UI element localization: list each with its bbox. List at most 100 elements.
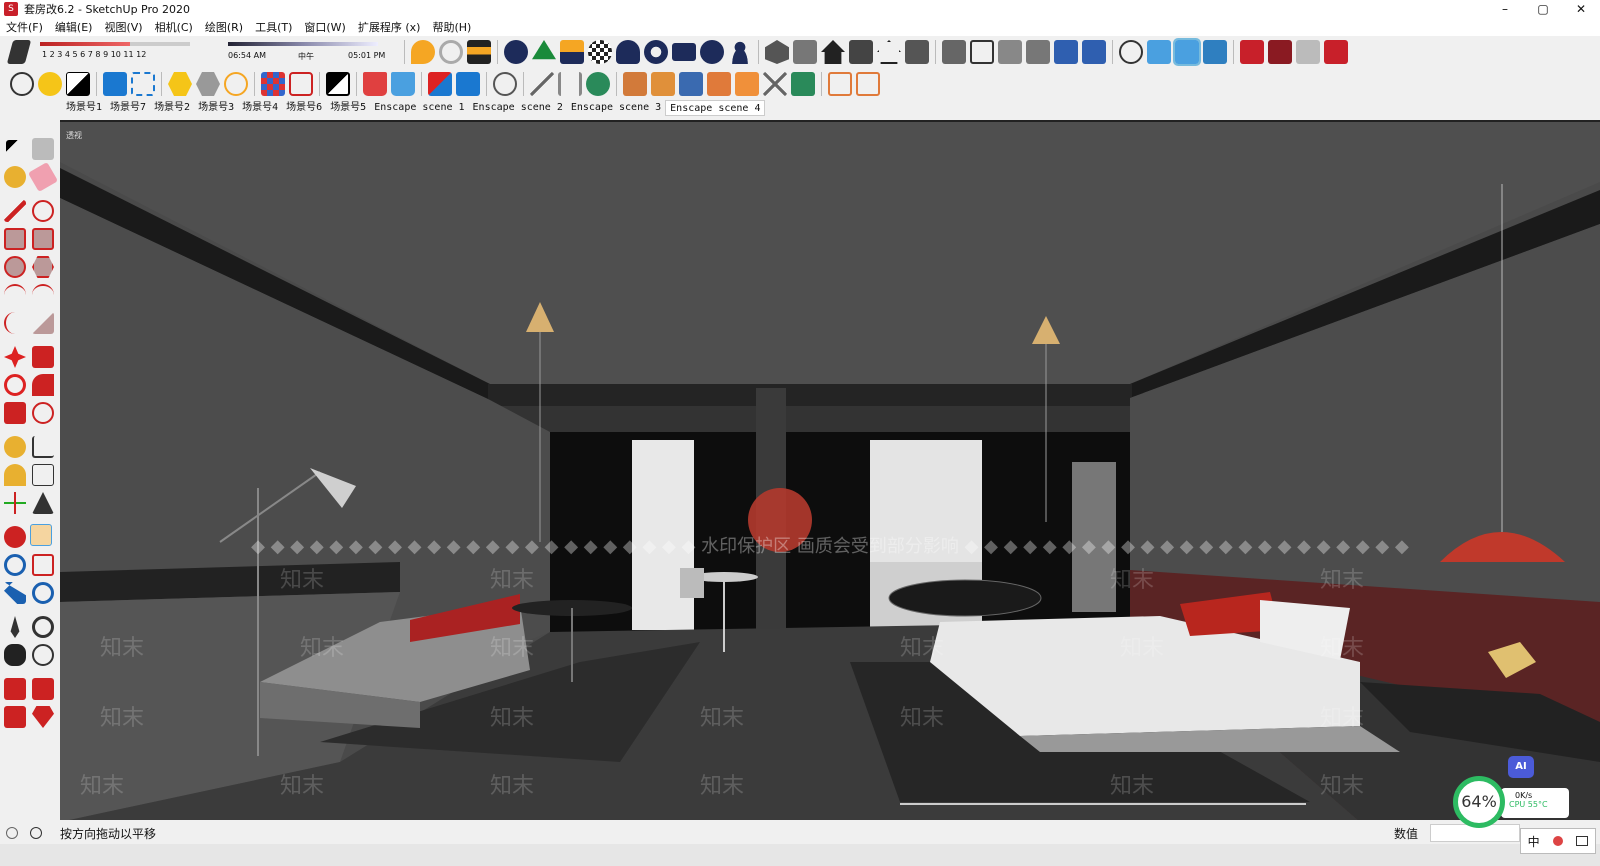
orange-tool-2-icon[interactable] [856,72,880,96]
line-icon[interactable] [4,200,26,222]
tab-enscape-scene-3[interactable]: Enscape scene 3 [567,100,665,116]
tab-enscape-scene-4[interactable]: Enscape scene 4 [665,100,766,116]
tab-scene-4[interactable]: 场景号4 [238,100,282,116]
point-icon[interactable] [224,72,248,96]
settings-gear-icon[interactable] [644,40,668,64]
delete-tag-icon[interactable] [289,72,313,96]
view-iso-icon[interactable] [765,40,789,64]
ruby-plugin-4-icon[interactable] [1324,40,1348,64]
dimension-tool-icon[interactable] [32,436,54,458]
pie-icon[interactable] [32,312,54,334]
style-xray-icon[interactable] [942,40,966,64]
rectangle-select-icon[interactable] [103,72,127,96]
dimension-icon[interactable] [558,72,582,96]
maximize-button[interactable]: ▢ [1524,0,1562,18]
menu-window[interactable]: 窗口(W) [304,19,345,35]
scale-icon[interactable] [4,402,26,424]
axes-tool-icon[interactable] [4,492,26,514]
orange-tool-icon[interactable] [828,72,852,96]
sandbox-icon[interactable] [4,678,26,700]
ruby-plugin-2-icon[interactable] [1268,40,1292,64]
follow-path-icon[interactable] [586,72,610,96]
tab-scene-6[interactable]: 场景号6 [282,100,326,116]
rectangle-icon[interactable] [4,228,26,250]
three-point-arc-icon[interactable] [4,312,26,334]
style-textured-icon[interactable] [1054,40,1078,64]
flower-icon[interactable] [493,72,517,96]
style-monochrome-icon[interactable] [1082,40,1106,64]
hexagon-outline-icon[interactable] [196,72,220,96]
swap-icon[interactable] [428,72,452,96]
system-monitor-widget[interactable]: 0K/s CPU 55°C 64% [1453,776,1573,828]
ruby-gem-icon[interactable] [32,706,54,728]
make-component-icon[interactable] [32,138,54,160]
look-around-icon[interactable] [32,616,54,638]
ime-language[interactable]: 中 [1528,833,1540,850]
arc-icon[interactable] [4,284,26,306]
orbit-icon[interactable] [4,526,26,548]
rotate-icon[interactable] [4,374,26,396]
layer-icon[interactable] [326,72,350,96]
ime-keyboard-icon[interactable] [1576,836,1589,846]
extension-warehouse-icon[interactable] [4,706,26,728]
rotated-rectangle-icon[interactable] [32,228,54,250]
section-fill-icon[interactable] [1203,40,1227,64]
model-viewport[interactable]: 透视 ◆ ◆ ◆ ◆ ◆ ◆ ◆ ◆ ◆ ◆ ◆ ◆ ◆ ◆ ◆ ◆ ◆ ◆ ◆… [60,120,1600,820]
tab-enscape-scene-2[interactable]: Enscape scene 2 [469,100,567,116]
menu-edit[interactable]: 编辑(E) [55,19,93,35]
geo-location-icon[interactable] [6,827,18,839]
menu-file[interactable]: 文件(F) [6,19,43,35]
zoom-extents-icon[interactable] [4,582,26,604]
contrast-icon[interactable] [66,72,90,96]
tab-enscape-scene-1[interactable]: Enscape scene 1 [370,100,468,116]
push-pull-icon[interactable] [32,346,54,368]
trash-blue-icon[interactable] [391,72,415,96]
surface-icon[interactable] [651,72,675,96]
menu-extensions[interactable]: 扩展程序 (x) [358,19,421,35]
extrude-icon[interactable] [735,72,759,96]
trash-icon[interactable] [363,72,387,96]
enscape-start-icon[interactable] [411,40,435,64]
tree-icon[interactable] [532,40,556,60]
move-icon[interactable] [4,346,26,368]
shape-icon[interactable] [679,72,703,96]
pan-hand-icon[interactable] [30,524,52,546]
calendar-check-icon[interactable] [456,72,480,96]
house-outline-icon[interactable] [877,40,901,64]
select-tool-icon[interactable] [6,140,20,156]
enscape-sync-icon[interactable] [439,40,463,64]
material-checker-icon[interactable] [588,40,612,64]
ai-assistant-button[interactable]: AI [1508,756,1534,778]
ruby-plugin-3-icon[interactable] [1296,40,1320,64]
menu-view[interactable]: 视图(V) [104,19,142,35]
line-tool-icon[interactable] [530,72,554,96]
bend-icon[interactable] [707,72,731,96]
tab-scene-5[interactable]: 场景号5 [326,100,370,116]
mail-icon[interactable] [672,43,696,61]
tape-measure-icon[interactable] [4,436,26,458]
shadow-time-slider[interactable]: 06:54 AM 中午 05:01 PM [226,39,396,65]
sandbox-2-icon[interactable] [32,678,54,700]
tab-scene-1[interactable]: 场景号1 [62,100,106,116]
style-wireframe-icon[interactable] [970,40,994,64]
tab-scene-2[interactable]: 场景号2 [150,100,194,116]
add-icon[interactable] [504,40,528,64]
pencil-icon[interactable] [623,72,647,96]
menu-camera[interactable]: 相机(C) [155,19,193,35]
tab-scene-3[interactable]: 场景号3 [194,100,238,116]
info-status-icon[interactable] [30,827,42,839]
polygon-icon[interactable] [32,256,54,278]
shadow-toggle-icon[interactable] [6,40,32,64]
menu-draw[interactable]: 绘图(R) [205,19,243,35]
ime-settings-icon[interactable] [1553,836,1563,846]
curve-icon[interactable] [791,72,815,96]
circle-icon[interactable] [4,256,26,278]
text-tool-icon[interactable] [32,464,54,486]
paint-bucket-icon[interactable] [4,166,26,188]
zoom-icon[interactable] [4,554,26,576]
list-icon[interactable] [10,72,34,96]
minimize-button[interactable]: – [1486,0,1524,18]
cross-icon[interactable] [763,72,787,96]
axes-icon[interactable] [1119,40,1143,64]
follow-me-icon[interactable] [32,374,54,396]
